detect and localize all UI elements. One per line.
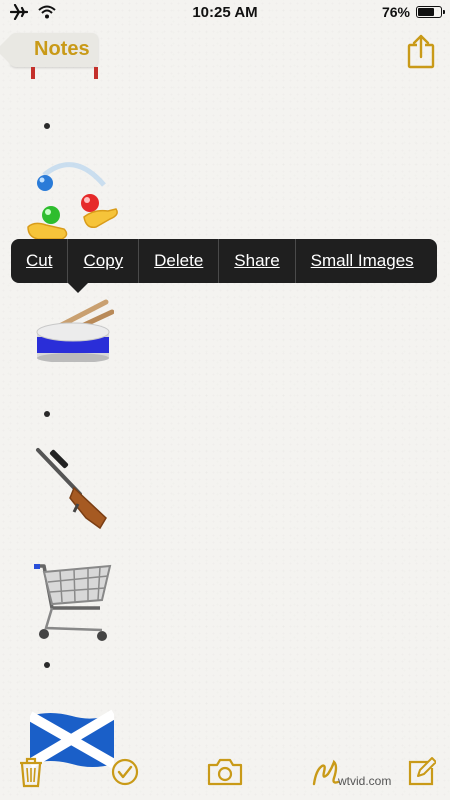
back-button[interactable]: Notes	[10, 33, 98, 79]
compose-icon[interactable]	[406, 756, 436, 788]
status-bar: 10:25 AM 76%	[0, 0, 450, 26]
bookmark-tab	[31, 67, 35, 79]
back-button-label: Notes	[34, 38, 90, 60]
shopping-cart-emoji[interactable]	[30, 558, 114, 642]
battery-fill	[418, 8, 435, 16]
drum-emoji[interactable]	[34, 298, 114, 362]
trash-icon[interactable]	[18, 756, 44, 788]
juggling-hands-emoji[interactable]	[24, 155, 124, 245]
share-menu-item[interactable]: Share	[218, 239, 294, 283]
small-images-menu-item[interactable]: Small Images	[294, 239, 429, 283]
bookmark-tab	[94, 67, 98, 79]
delete-menu-item[interactable]: Delete	[138, 239, 218, 283]
battery-percent: 76%	[381, 4, 410, 20]
rifle-emoji[interactable]	[34, 446, 110, 532]
checklist-icon[interactable]	[110, 756, 140, 788]
list-bullet	[44, 411, 50, 417]
list-bullet	[44, 123, 50, 129]
cut-menu-item[interactable]: Cut	[11, 239, 67, 283]
share-icon[interactable]	[406, 33, 436, 69]
camera-icon[interactable]	[206, 756, 244, 788]
list-bullet	[44, 662, 50, 668]
status-right: 76%	[381, 4, 445, 20]
copy-menu-item[interactable]: Copy	[67, 239, 138, 283]
watermark: wtvid.com	[338, 774, 392, 788]
battery-icon	[416, 6, 445, 18]
context-menu: Cut Copy Delete Share Small Images	[11, 239, 437, 293]
